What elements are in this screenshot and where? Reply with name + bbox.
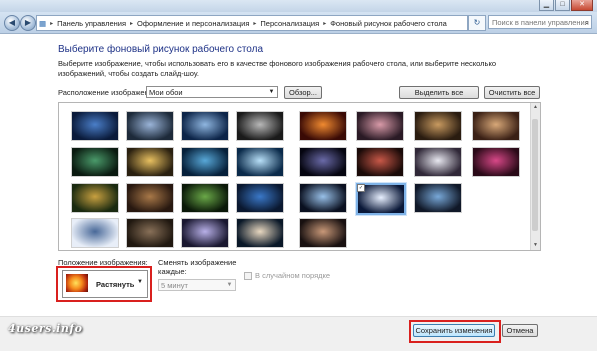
wallpaper-thumbnail[interactable]: ✓ — [356, 183, 406, 215]
wallpaper-thumbnail[interactable] — [236, 183, 284, 213]
wallpaper-thumbnail[interactable] — [414, 183, 462, 213]
wallpaper-thumbnail[interactable] — [356, 147, 404, 177]
wallpaper-thumbnail[interactable] — [299, 183, 347, 213]
wallpaper-thumbnail[interactable] — [414, 147, 462, 177]
location-select[interactable]: Мои обои ▼ — [146, 86, 278, 98]
page-description: Выберите изображение, чтобы использовать… — [58, 59, 496, 78]
chevron-down-icon: ▼ — [226, 282, 233, 288]
scrollbar-thumb[interactable] — [532, 119, 538, 231]
maximize-button[interactable]: □ — [555, 0, 570, 11]
wallpaper-thumbnail[interactable] — [71, 218, 119, 248]
chevron-down-icon: ▼ — [268, 89, 275, 95]
wallpaper-thumbnail[interactable] — [71, 183, 119, 213]
wallpaper-thumbnail[interactable] — [181, 218, 229, 248]
browse-button[interactable]: Обзор... — [284, 86, 322, 99]
search-input[interactable]: Поиск в панели управления ⌕ — [488, 15, 592, 29]
checkbox-icon[interactable]: ✓ — [357, 184, 365, 192]
interval-label: Сменять изображение каждые: — [158, 258, 237, 276]
wallpaper-thumbnail[interactable] — [126, 218, 174, 248]
shuffle-checkbox[interactable]: В случайном порядке — [244, 271, 330, 281]
crumb-desktop-background[interactable]: Фоновый рисунок рабочего стола — [328, 19, 449, 28]
page-title: Выберите фоновый рисунок рабочего стола — [58, 44, 264, 55]
gallery-scrollbar[interactable]: ▲ ▼ — [530, 103, 540, 250]
chevron-down-icon: ▼ — [137, 279, 143, 285]
address-bar: ◀ ▶ ▦ ▸ Панель управления ▸ Оформление и… — [0, 12, 597, 34]
location-label: Расположение изображения: — [58, 88, 160, 97]
wallpaper-thumbnail[interactable] — [236, 218, 284, 248]
wallpaper-thumbnail[interactable] — [356, 111, 404, 141]
checkbox-icon — [244, 272, 252, 281]
window-controls: ▁ □ ✕ — [539, 0, 593, 11]
wallpaper-thumbnail[interactable] — [472, 111, 520, 141]
save-button[interactable]: Сохранить изменения — [413, 324, 495, 337]
wallpaper-thumbnail[interactable] — [236, 111, 284, 141]
cancel-button[interactable]: Отмена — [502, 324, 538, 337]
wallpaper-thumbnail[interactable] — [236, 147, 284, 177]
wallpaper-thumbnail[interactable] — [126, 111, 174, 141]
breadcrumb[interactable]: ▦ ▸ Панель управления ▸ Оформление и пер… — [36, 15, 468, 31]
minimize-button[interactable]: ▁ — [539, 0, 554, 11]
crumb-control-panel[interactable]: Панель управления — [55, 19, 128, 28]
wallpaper-thumbnail[interactable] — [299, 147, 347, 177]
wallpaper-thumbnail[interactable] — [126, 183, 174, 213]
back-arrow-icon[interactable]: ◀ — [4, 15, 20, 31]
refresh-icon[interactable]: ↻ — [468, 15, 486, 31]
title-bar: ▁ □ ✕ — [0, 0, 597, 12]
control-panel-icon: ▦ — [39, 18, 47, 28]
wallpaper-thumbnail[interactable] — [472, 147, 520, 177]
wallpaper-gallery[interactable]: ✓ ▲ ▼ — [58, 102, 541, 251]
crumb-appearance[interactable]: Оформление и персонализация — [135, 19, 251, 28]
forward-arrow-icon[interactable]: ▶ — [20, 15, 36, 31]
wallpaper-thumbnail[interactable] — [126, 147, 174, 177]
close-button[interactable]: ✕ — [571, 0, 593, 11]
wallpaper-thumbnail[interactable] — [299, 218, 347, 248]
select-all-button[interactable]: Выделить все — [399, 86, 479, 99]
wallpaper-thumbnail[interactable] — [414, 111, 462, 141]
search-icon: ⌕ — [584, 18, 589, 27]
interval-select[interactable]: 5 минут ▼ — [158, 279, 236, 291]
wallpaper-thumbnail[interactable] — [181, 147, 229, 177]
wallpaper-thumbnail[interactable] — [181, 111, 229, 141]
position-select[interactable]: Растянуть ▼ — [62, 270, 148, 298]
wallpaper-thumbnail[interactable] — [71, 111, 119, 141]
watermark-logo: 4users.info — [8, 322, 83, 335]
clear-all-button[interactable]: Очистить все — [484, 86, 540, 99]
wallpaper-thumbnail[interactable] — [181, 183, 229, 213]
scroll-down-icon[interactable]: ▼ — [531, 241, 540, 250]
stretch-preview-icon — [66, 274, 88, 292]
wallpaper-thumbnail[interactable] — [71, 147, 119, 177]
crumb-personalization[interactable]: Персонализация — [258, 19, 321, 28]
wallpaper-thumbnail[interactable] — [299, 111, 347, 141]
scroll-up-icon[interactable]: ▲ — [531, 103, 540, 112]
